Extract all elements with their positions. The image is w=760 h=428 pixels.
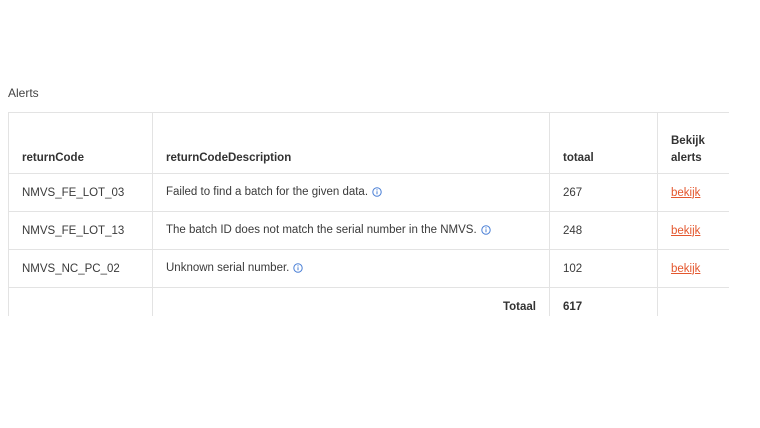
cell-description: Failed to find a batch for the given dat… <box>152 173 550 212</box>
cell-bekijk: bekijk <box>657 173 729 212</box>
header-bekijk-line2: alerts <box>671 152 702 164</box>
cell-return-code: NMVS_NC_PC_02 <box>8 249 153 288</box>
bekijk-link[interactable]: bekijk <box>671 263 700 275</box>
table-row: NMVS_FE_LOT_03 Failed to find a batch fo… <box>8 173 729 212</box>
bekijk-link[interactable]: bekijk <box>671 187 700 199</box>
footer-total-label: Totaal <box>152 287 550 316</box>
alerts-table: returnCode returnCodeDescription totaal … <box>8 112 729 316</box>
description-text: The batch ID does not match the serial n… <box>166 223 477 236</box>
cell-description: The batch ID does not match the serial n… <box>152 211 550 250</box>
table-footer-row: Totaal 617 <box>8 287 729 316</box>
cell-totaal: 248 <box>549 211 658 250</box>
table-header-row: returnCode returnCodeDescription totaal … <box>8 112 729 174</box>
cell-bekijk: bekijk <box>657 249 729 288</box>
footer-total-value: 617 <box>549 287 658 316</box>
cell-return-code: NMVS_FE_LOT_03 <box>8 173 153 212</box>
cell-return-code: NMVS_FE_LOT_13 <box>8 211 153 250</box>
header-bekijk-alerts: Bekijk alerts <box>657 112 729 174</box>
cell-totaal: 267 <box>549 173 658 212</box>
description-text: Unknown serial number. <box>166 261 290 274</box>
info-circle-icon[interactable] <box>480 224 491 238</box>
cell-description: Unknown serial number. <box>152 249 550 288</box>
header-bekijk-line1: Bekijk <box>671 135 705 147</box>
cell-bekijk: bekijk <box>657 211 729 250</box>
section-title: Alerts <box>8 86 39 100</box>
footer-empty-cell <box>8 287 153 316</box>
header-totaal: totaal <box>549 112 658 174</box>
header-return-code-description: returnCodeDescription <box>152 112 550 174</box>
description-text: Failed to find a batch for the given dat… <box>166 185 369 198</box>
alerts-table-container: returnCode returnCodeDescription totaal … <box>8 112 729 316</box>
header-return-code: returnCode <box>8 112 153 174</box>
cell-totaal: 102 <box>549 249 658 288</box>
info-circle-icon[interactable] <box>372 186 382 200</box>
info-circle-icon[interactable] <box>293 262 304 276</box>
footer-empty-cell <box>657 287 729 316</box>
bekijk-link[interactable]: bekijk <box>671 225 700 237</box>
table-row: NMVS_NC_PC_02 Unknown serial number. 102… <box>8 249 729 288</box>
table-row: NMVS_FE_LOT_13 The batch ID does not mat… <box>8 211 729 250</box>
